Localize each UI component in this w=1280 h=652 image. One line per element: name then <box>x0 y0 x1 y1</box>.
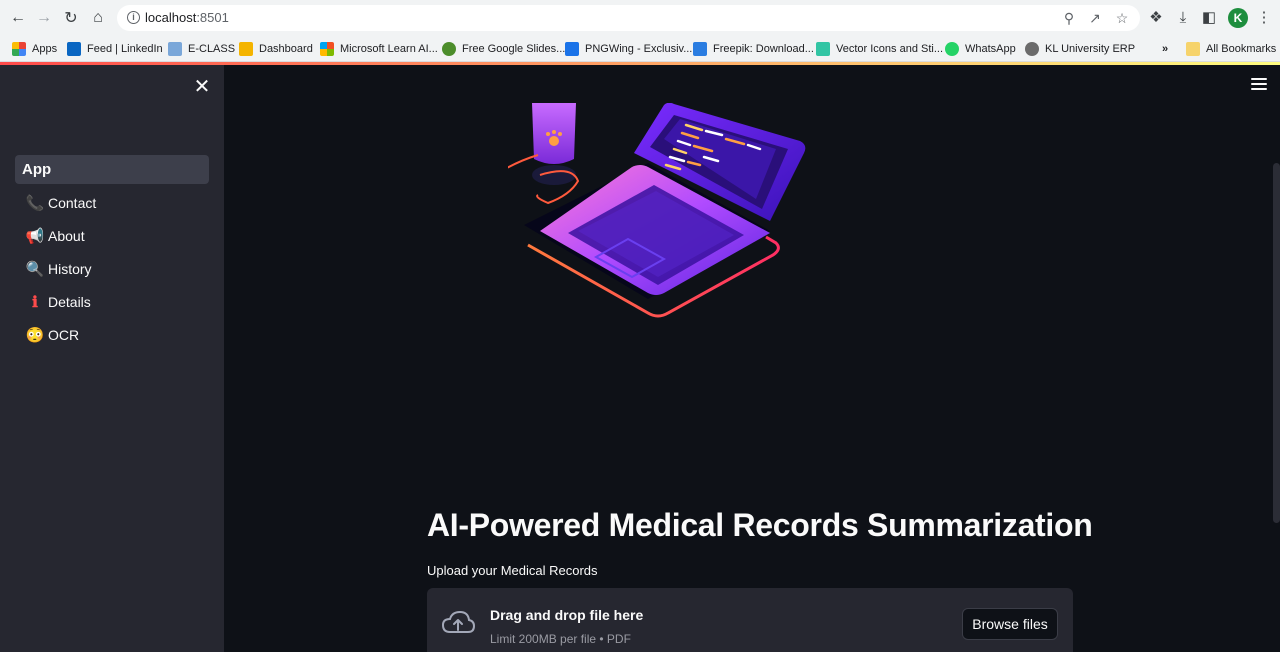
share-icon[interactable]: ↗ <box>1086 9 1104 27</box>
microsoft-icon <box>320 42 334 56</box>
file-dropzone[interactable]: Drag and drop file here Limit 200MB per … <box>427 588 1073 652</box>
bookmark-dashboard[interactable]: Dashboard <box>239 40 313 58</box>
bookmark-label: PNGWing - Exclusiv... <box>585 43 693 55</box>
vector-icons-icon <box>816 42 830 56</box>
apps-grid-icon <box>12 42 26 56</box>
dashboard-icon <box>239 42 253 56</box>
sidebar: ✕ App 📞 Contact 📢 About 🔍 History ℹ Deta… <box>0 65 224 652</box>
magnifier-icon: 🔍 <box>25 260 45 278</box>
sidebar-item-label: OCR <box>48 326 80 343</box>
bookmark-label: Apps <box>32 43 58 55</box>
back-arrow-icon[interactable]: ← <box>6 6 30 30</box>
flushed-face-icon: 😳 <box>25 326 45 344</box>
site-info-icon[interactable]: i <box>127 11 140 24</box>
sidebar-item-about[interactable]: 📢 About <box>15 221 209 250</box>
bookmark-label: Vector Icons and Sti... <box>836 43 944 55</box>
sidebar-item-label: History <box>48 260 92 277</box>
megaphone-icon: 📢 <box>25 227 45 245</box>
bookmark-apps[interactable]: Apps <box>12 40 57 58</box>
browser-toolbar: ← → ↻ ⌂ i localhost:8501 ⚲ ↗ ☆ ❖ ⤓ ◧ K ⋮ <box>0 0 1280 36</box>
pngwing-icon <box>565 42 579 56</box>
upload-label: Upload your Medical Records <box>427 563 598 578</box>
dropzone-title: Drag and drop file here <box>490 607 644 623</box>
bookmarks-overflow-button[interactable]: » <box>1162 40 1168 58</box>
bookmark-label: Microsoft Learn AI... <box>340 43 438 55</box>
slides-icon <box>442 42 456 56</box>
bookmark-pngwing[interactable]: PNGWing - Exclusiv... <box>565 40 692 58</box>
bookmark-freepik[interactable]: Freepik: Download... <box>693 40 814 58</box>
bookmark-microsoft-learn[interactable]: Microsoft Learn AI... <box>320 40 438 58</box>
sidebar-item-label: About <box>48 227 85 244</box>
kebab-menu-icon[interactable]: ⋮ <box>1254 8 1274 28</box>
bookmark-eclass[interactable]: E-CLASS <box>168 40 235 58</box>
bookmark-label: Freepik: Download... <box>713 43 814 55</box>
whatsapp-icon <box>945 42 959 56</box>
linkedin-icon <box>67 42 81 56</box>
freepik-icon <box>693 42 707 56</box>
sidebar-item-details[interactable]: ℹ Details <box>15 287 209 316</box>
close-sidebar-icon[interactable]: ✕ <box>192 77 212 97</box>
sidebar-item-contact[interactable]: 📞 Contact <box>15 188 209 217</box>
kl-erp-icon <box>1025 42 1039 56</box>
page-title: AI-Powered Medical Records Summarization <box>427 507 1093 543</box>
all-bookmarks-button[interactable]: All Bookmarks <box>1186 40 1276 58</box>
dropzone-subtitle: Limit 200MB per file • PDF <box>490 632 631 646</box>
url-port: :8501 <box>196 10 229 25</box>
bookmark-label: Feed | LinkedIn <box>87 43 163 55</box>
bookmark-label: Dashboard <box>259 43 313 55</box>
sidebar-item-label: Contact <box>48 194 97 211</box>
zoom-icon[interactable]: ⚲ <box>1060 9 1078 27</box>
bookmark-kl-erp[interactable]: KL University ERP <box>1025 40 1135 58</box>
reload-icon[interactable]: ↻ <box>59 6 83 30</box>
url-text: localhost:8501 <box>145 10 229 25</box>
sidebar-item-label: Details <box>48 293 91 310</box>
home-icon[interactable]: ⌂ <box>86 6 110 30</box>
folder-icon <box>1186 42 1200 56</box>
all-bookmarks-label: All Bookmarks <box>1206 43 1277 55</box>
eclass-icon <box>168 42 182 56</box>
hamburger-menu-icon[interactable] <box>1251 78 1267 92</box>
profile-avatar[interactable]: K <box>1228 8 1248 28</box>
bookmarks-bar: Apps Feed | LinkedIn E-CLASS Dashboard M… <box>0 36 1280 62</box>
sidebar-item-history[interactable]: 🔍 History <box>15 254 209 283</box>
bookmark-label: WhatsApp <box>965 43 1016 55</box>
browse-files-button[interactable]: Browse files <box>962 608 1058 640</box>
forward-arrow-icon[interactable]: → <box>32 6 56 30</box>
sidebar-item-ocr[interactable]: 😳 OCR <box>15 320 209 349</box>
cloud-upload-icon <box>441 610 475 633</box>
sidebar-item-app[interactable]: App <box>15 155 209 184</box>
bookmark-linkedin[interactable]: Feed | LinkedIn <box>67 40 163 58</box>
url-host: localhost <box>145 10 197 25</box>
bookmark-google-slides[interactable]: Free Google Slides... <box>442 40 565 58</box>
telephone-icon: 📞 <box>25 194 45 212</box>
download-icon[interactable]: ⤓ <box>1173 8 1193 28</box>
sidebar-item-label: App <box>22 161 52 178</box>
bookmark-label: Free Google Slides... <box>462 43 566 55</box>
scrollbar[interactable] <box>1273 163 1280 523</box>
address-bar[interactable]: i localhost:8501 ⚲ ↗ ☆ <box>117 5 1140 31</box>
side-panel-icon[interactable]: ◧ <box>1199 8 1219 28</box>
bookmark-star-icon[interactable]: ☆ <box>1113 9 1131 27</box>
main-content: AI-Powered Medical Records Summarization… <box>224 65 1280 652</box>
info-icon: ℹ <box>32 293 38 311</box>
extensions-icon[interactable]: ❖ <box>1146 8 1166 28</box>
bookmark-label: E-CLASS <box>188 43 236 55</box>
bookmark-vector-icons[interactable]: Vector Icons and Sti... <box>816 40 943 58</box>
bookmark-label: KL University ERP <box>1045 43 1136 55</box>
bookmark-whatsapp[interactable]: WhatsApp <box>945 40 1016 58</box>
laptop-illustration <box>508 103 806 318</box>
